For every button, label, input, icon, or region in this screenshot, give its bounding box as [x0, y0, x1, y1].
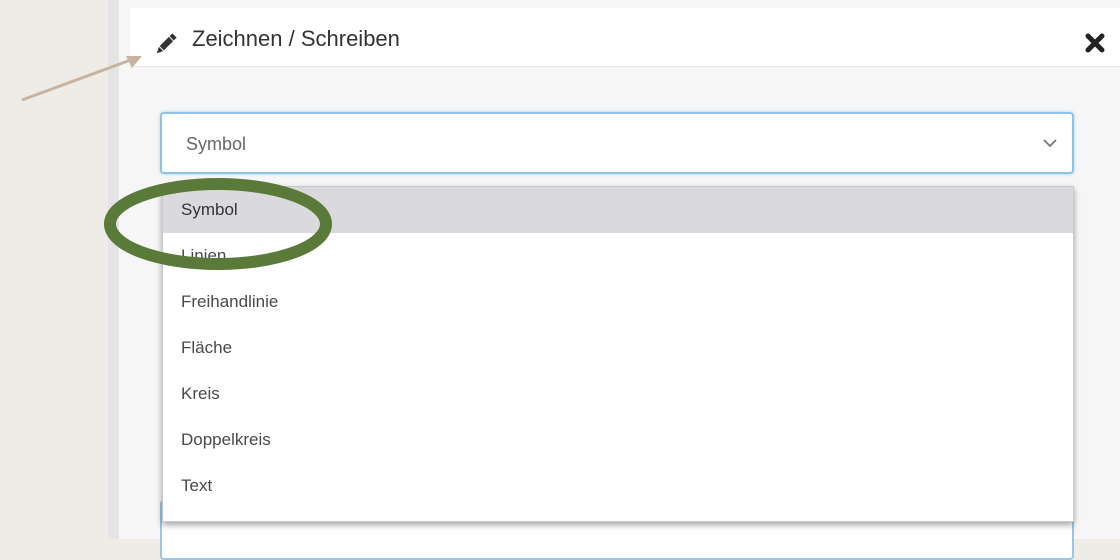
- option-flaeche[interactable]: Fläche: [163, 325, 1073, 371]
- dialog-title: Zeichnen / Schreiben: [192, 26, 400, 51]
- option-text[interactable]: Text: [163, 463, 1073, 509]
- close-icon[interactable]: [1084, 32, 1106, 54]
- chevron-down-icon: [1043, 139, 1057, 148]
- option-freihandlinie[interactable]: Freihandlinie: [163, 279, 1073, 325]
- option-kreis[interactable]: Kreis: [163, 371, 1073, 417]
- option-symbol[interactable]: Symbol: [163, 187, 1073, 233]
- pencil-icon: [156, 33, 177, 54]
- drawing-type-dropdown: Symbol Linien Freihandlinie Fläche Kreis…: [162, 186, 1074, 522]
- option-doppelkreis[interactable]: Doppelkreis: [163, 417, 1073, 463]
- select-value: Symbol: [186, 134, 247, 154]
- dialog-header: Zeichnen / Schreiben: [130, 8, 1120, 67]
- drawing-type-select[interactable]: Symbol: [160, 112, 1074, 174]
- option-linien[interactable]: Linien: [163, 233, 1073, 279]
